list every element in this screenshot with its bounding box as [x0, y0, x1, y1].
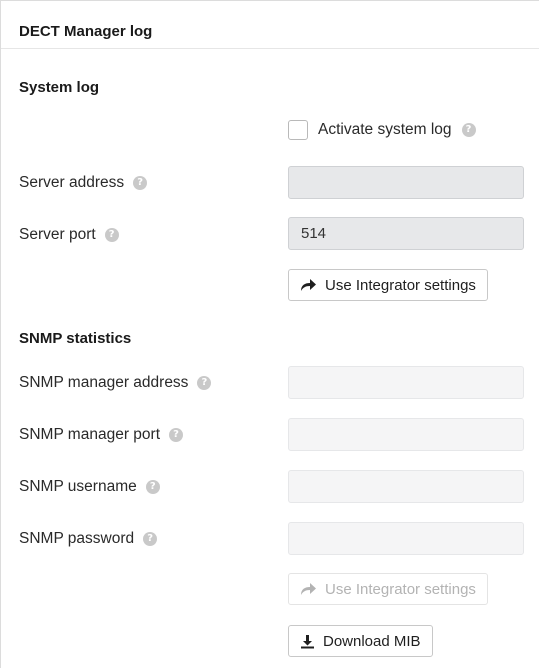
system-log-section-title: System log: [19, 79, 100, 96]
snmp-password-input[interactable]: [288, 522, 524, 555]
help-icon[interactable]: ?: [169, 428, 183, 442]
panel-header: DECT Manager log: [1, 1, 539, 49]
download-icon: [301, 634, 314, 648]
snmp-password-label-row: SNMP password ?: [19, 530, 158, 548]
server-address-input[interactable]: [288, 166, 524, 199]
help-icon[interactable]: ?: [461, 123, 476, 137]
snmp-use-integrator-settings-button[interactable]: Use Integrator settings: [288, 573, 488, 605]
server-address-label-row: Server address ?: [19, 174, 148, 192]
use-integrator-settings-button[interactable]: Use Integrator settings: [288, 269, 488, 301]
snmp-username-label-row: SNMP username ?: [19, 478, 160, 496]
server-port-label-row: Server port ?: [19, 226, 119, 244]
server-address-label: Server address: [19, 174, 125, 191]
share-arrow-icon: [301, 279, 316, 291]
server-port-label: Server port: [19, 226, 96, 243]
snmp-statistics-section-title: SNMP statistics: [19, 330, 132, 347]
share-arrow-icon: [301, 583, 316, 595]
snmp-username-input[interactable]: [288, 470, 524, 503]
download-mib-label: Download MIB: [323, 632, 421, 650]
snmp-manager-port-input[interactable]: [288, 418, 524, 451]
snmp-manager-port-label-row: SNMP manager port ?: [19, 426, 183, 444]
snmp-manager-address-label-row: SNMP manager address ?: [19, 374, 212, 392]
help-icon[interactable]: ?: [104, 228, 119, 242]
activate-system-log-checkbox[interactable]: [288, 120, 308, 140]
snmp-username-label: SNMP username: [19, 478, 137, 495]
activate-system-log-row[interactable]: Activate system log ?: [288, 120, 476, 140]
activate-system-log-label: Activate system log: [318, 121, 452, 138]
help-icon[interactable]: ?: [197, 376, 212, 390]
snmp-password-label: SNMP password: [19, 530, 135, 547]
snmp-manager-port-label: SNMP manager port: [19, 426, 160, 443]
snmp-manager-address-input[interactable]: [288, 366, 524, 399]
snmp-use-integrator-settings-label: Use Integrator settings: [325, 580, 476, 598]
snmp-manager-address-label: SNMP manager address: [19, 374, 189, 391]
help-icon[interactable]: ?: [133, 176, 148, 190]
panel-title: DECT Manager log: [19, 23, 153, 40]
server-port-input[interactable]: 514: [288, 217, 524, 250]
help-icon[interactable]: ?: [143, 532, 158, 546]
use-integrator-settings-label: Use Integrator settings: [325, 276, 476, 294]
download-mib-button[interactable]: Download MIB: [288, 625, 433, 657]
dect-manager-log-panel: DECT Manager log System log Activate sys…: [0, 0, 539, 668]
help-icon[interactable]: ?: [145, 480, 160, 494]
